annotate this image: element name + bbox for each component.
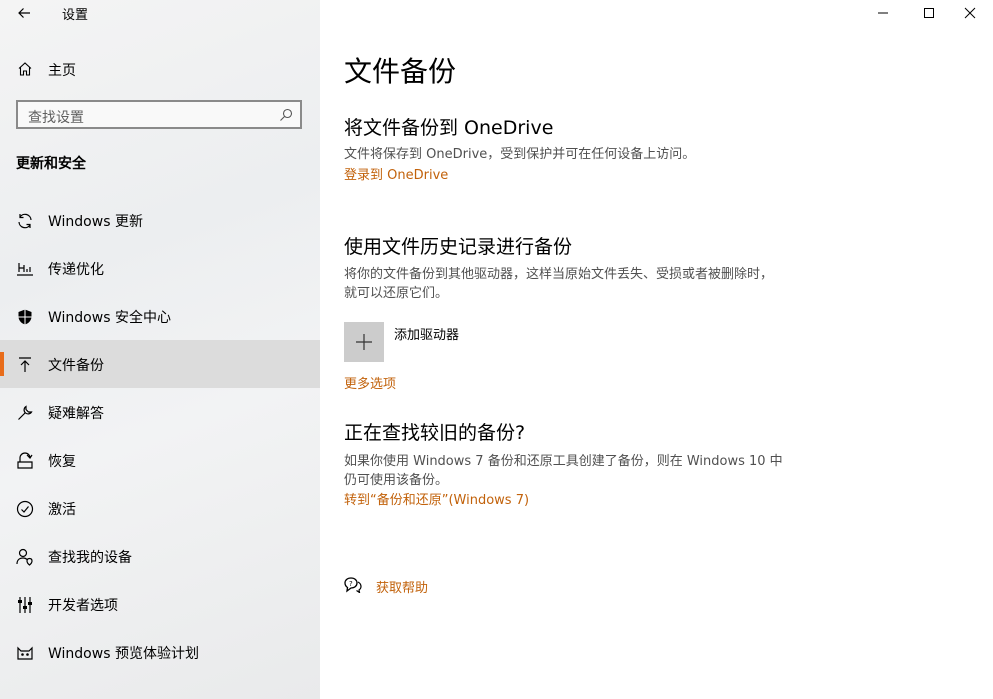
sidebar-item-label: 恢复 [48,454,76,470]
person-location-icon [16,548,33,566]
sidebar-item-label: 查找我的设备 [48,550,132,566]
sidebar-item-windows-insider[interactable]: Windows 预览体验计划 [0,628,320,676]
home-label: 主页 [48,63,76,79]
app-title: 设置 [62,8,89,23]
check-circle-icon [16,500,34,518]
sidebar-item-windows-security[interactable]: Windows 安全中心 [0,292,320,340]
wrench-icon [18,405,33,420]
plus-icon [356,334,372,350]
svg-text:?: ? [349,580,353,588]
onedrive-description: 文件将保存到 OneDrive，受到保护并可在任何设备上访问。 [344,147,696,162]
title-bar: 设置 [0,0,320,26]
sidebar-item-label: 疑难解答 [48,406,104,422]
delivery-optimization-icon [17,263,33,276]
sidebar-item-label: 开发者选项 [48,598,118,614]
file-history-heading: 使用文件历史记录进行备份 [344,236,573,258]
help-chat-icon: ? [344,577,362,593]
home-icon [18,62,32,76]
get-help-link[interactable]: 获取帮助 [376,577,428,596]
section-title: 更新和安全 [16,156,86,172]
sidebar-item-windows-update[interactable]: Windows 更新 [0,196,320,244]
developer-sliders-icon [18,597,32,613]
search-icon[interactable] [279,108,293,122]
onedrive-signin-link[interactable]: 登录到 OneDrive [344,164,448,183]
add-drive-button[interactable] [344,322,384,362]
search-placeholder: 查找设置 [28,110,84,126]
sidebar-item-label: 传递优化 [48,262,104,278]
shield-icon [18,309,32,325]
older-backup-description: 如果你使用 Windows 7 备份和还原工具创建了备份，则在 Windows … [344,454,783,488]
main-content: 文件备份 将文件备份到 OneDrive 文件将保存到 OneDrive，受到保… [320,0,993,699]
page-title: 文件备份 [344,55,457,88]
back-arrow-icon [18,8,30,18]
older-backup-heading: 正在查找较旧的备份? [344,422,526,444]
sidebar-item-developer-options[interactable]: 开发者选项 [0,580,320,628]
sidebar-item-label: 激活 [48,502,76,518]
backup-arrow-icon [19,357,31,372]
sidebar-item-activation[interactable]: 激活 [0,484,320,532]
sidebar-item-label: Windows 预览体验计划 [48,646,199,662]
more-options-link[interactable]: 更多选项 [344,373,396,392]
sidebar-item-file-backup[interactable]: 文件备份 [0,340,320,388]
sidebar-item-find-my-device[interactable]: 查找我的设备 [0,532,320,580]
recovery-icon [17,452,33,469]
file-history-description: 将你的文件备份到其他驱动器，这样当原始文件丢失、受损或者被删除时，就可以还原它们… [344,267,774,301]
sidebar-item-recovery[interactable]: 恢复 [0,436,320,484]
sidebar-item-label: Windows 更新 [48,214,143,230]
backup-restore-link[interactable]: 转到“备份和还原”(Windows 7) [344,489,529,508]
sidebar-nav: Windows 更新 传递优化 Windows 安全中心 文件备份 疑难解答 恢… [0,196,320,676]
sidebar: 设置 主页 查找设置 更新和安全 Windows 更新 传递优化 Windows… [0,0,320,699]
sync-icon [18,213,32,229]
add-drive-label[interactable]: 添加驱动器 [394,324,459,343]
sidebar-home[interactable]: 主页 [0,54,320,84]
sidebar-item-delivery-optimization[interactable]: 传递优化 [0,244,320,292]
back-button[interactable] [14,3,34,23]
sidebar-item-label: Windows 安全中心 [48,310,171,326]
insider-cat-icon [17,646,33,660]
onedrive-heading: 将文件备份到 OneDrive [344,117,554,139]
sidebar-item-troubleshoot[interactable]: 疑难解答 [0,388,320,436]
sidebar-item-label: 文件备份 [48,358,104,374]
search-input[interactable]: 查找设置 [16,100,302,129]
